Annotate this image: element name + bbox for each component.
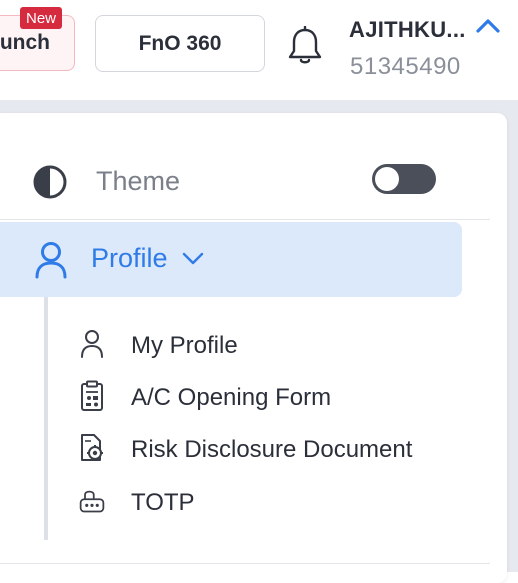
new-badge: New: [20, 7, 62, 29]
person-icon: [81, 330, 103, 358]
fno-360-button[interactable]: FnO 360: [95, 15, 265, 72]
bell-icon[interactable]: [286, 26, 324, 66]
lock-key-icon: [79, 490, 105, 513]
divider: [0, 563, 490, 564]
chevron-up-icon[interactable]: [474, 15, 502, 37]
submenu-item-label: My Profile: [131, 332, 238, 359]
user-id: 51345490: [350, 53, 461, 80]
user-name[interactable]: AJITHKU...: [349, 17, 466, 43]
toggle-knob: [375, 167, 399, 191]
theme-row: Theme: [0, 140, 490, 220]
submenu-item-ac-opening-form[interactable]: A/C Opening Form: [78, 376, 478, 416]
submenu-item-my-profile[interactable]: My Profile: [78, 324, 478, 364]
contrast-icon: [33, 165, 67, 199]
theme-label: Theme: [96, 166, 181, 196]
fno-360-label: FnO 360: [138, 31, 222, 55]
launch-button-label: unch: [0, 31, 50, 54]
submenu-item-totp[interactable]: TOTP: [78, 481, 478, 521]
profile-label: Profile: [91, 243, 168, 273]
person-icon: [35, 242, 67, 279]
submenu-item-label: TOTP: [131, 489, 195, 516]
menu-item-profile[interactable]: Profile: [0, 222, 462, 297]
divider: [0, 219, 490, 220]
submenu-item-label: Risk Disclosure Document: [131, 436, 413, 463]
chevron-down-icon: [182, 252, 204, 265]
top-bar: unch New FnO 360 AJITHKU... 51345490: [0, 0, 518, 100]
submenu-item-risk-disclosure-document[interactable]: Risk Disclosure Document: [78, 428, 478, 468]
submenu-guide-line: [44, 297, 48, 540]
theme-toggle[interactable]: [372, 164, 436, 194]
document-gear-icon: [81, 434, 103, 461]
clipboard-form-icon: [81, 380, 103, 411]
submenu-item-label: A/C Opening Form: [131, 384, 332, 411]
